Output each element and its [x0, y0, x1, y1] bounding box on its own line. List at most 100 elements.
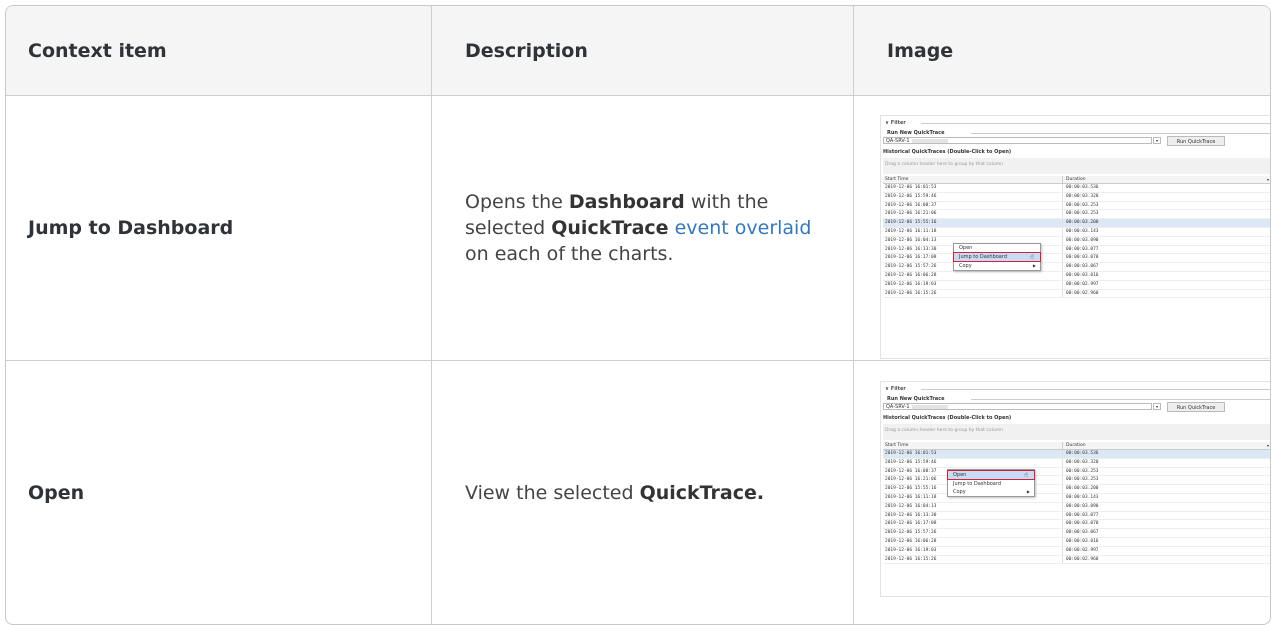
server-select[interactable]: QA-SRV-1: [883, 403, 1152, 410]
divider: [921, 389, 1270, 390]
header-image: Image: [887, 39, 954, 62]
filter-label[interactable]: ∨ Filter: [885, 120, 906, 126]
submenu-arrow-icon: ▶: [1026, 489, 1030, 494]
duration-header[interactable]: Duration: [1066, 176, 1086, 183]
start-time-header[interactable]: Start Time: [885, 176, 908, 183]
start-time-cell: 2019-12-06 15:55:16: [885, 220, 937, 226]
duration-cell: 00:00:02.997: [1066, 281, 1099, 287]
jump-to-dashboard-screenshot: ∨ Filter Run New QuickTrace QA-SRV-1 ▾ R…: [880, 115, 1270, 359]
duration-cell: 00:00:03.067: [1066, 530, 1099, 536]
table-row[interactable]: 2019-12-06 15:55:16 00:00:03.200: [883, 219, 1270, 228]
table-row[interactable]: 2019-12-06 16:01:53 00:00:03.536: [883, 184, 1270, 193]
redacted-block: [911, 404, 948, 409]
table-row[interactable]: 2019-12-06 16:13:30 00:00:03.077: [883, 511, 1270, 521]
divider: [971, 399, 1270, 400]
divider: [1062, 493, 1063, 502]
table-row[interactable]: 2019-12-06 16:15:26 00:00:02.960: [883, 555, 1270, 565]
menu-item-open[interactable]: Open: [954, 244, 1040, 252]
filter-label[interactable]: ∨ Filter: [885, 386, 906, 392]
menu-item-label: Copy: [959, 263, 972, 269]
run-quicktrace-button[interactable]: Run QuickTrace: [1167, 136, 1225, 146]
start-time-cell: 2019-12-06 16:04:13: [885, 503, 937, 509]
divider: [1062, 263, 1063, 271]
start-time-cell: 2019-12-06 16:21:06: [885, 477, 937, 483]
chevron-down-icon[interactable]: ▾: [1153, 403, 1161, 410]
divider: [1062, 236, 1063, 245]
divider: [1062, 245, 1063, 254]
redacted-block: [911, 138, 948, 143]
chevron-down-icon[interactable]: ▾: [1153, 137, 1161, 144]
start-time-cell: 2019-12-06 16:15:26: [885, 556, 937, 562]
table-row[interactable]: 2019-12-06 16:11:18 00:00:03.143: [883, 493, 1270, 503]
menu-item-label: Open: [953, 472, 967, 478]
divider: [1062, 555, 1063, 564]
start-time-cell: 2019-12-06 15:59:46: [885, 193, 937, 199]
group-by-area[interactable]: Drag a column header here to group by th…: [883, 158, 1270, 174]
desc-text: Opens the: [465, 191, 569, 213]
table-row[interactable]: 2019-12-06 16:21:06 00:00:03.253: [883, 210, 1270, 220]
table-row[interactable]: 2019-12-06 16:06:28 00:00:03.016: [883, 271, 1270, 281]
start-time-cell: 2019-12-06 16:04:13: [885, 237, 937, 243]
pointer-cursor-icon: ☝: [1029, 253, 1034, 261]
table-row[interactable]: 2019-12-06 15:55:16 00:00:03.200: [883, 485, 1270, 494]
group-by-area[interactable]: Drag a column header here to group by th…: [883, 424, 1270, 440]
duration-cell: 00:00:02.997: [1066, 547, 1099, 553]
run-quicktrace-button[interactable]: Run QuickTrace: [1167, 402, 1225, 412]
grid-rows: 2019-12-06 16:01:53 00:00:03.536 2019-12-0…: [883, 184, 1270, 299]
table-row[interactable]: 2019-12-06 16:04:13 00:00:03.090: [883, 236, 1270, 246]
start-time-cell: 2019-12-06 16:08:37: [885, 202, 937, 208]
divider: [1062, 502, 1063, 511]
table-row[interactable]: 2019-12-06 16:04:13 00:00:03.090: [883, 502, 1270, 512]
server-select[interactable]: QA-SRV-1: [883, 137, 1152, 144]
table-row[interactable]: 2019-12-06 16:13:30 00:00:03.077: [883, 245, 1270, 255]
table-row[interactable]: 2019-12-06 15:59:46 00:00:03.320: [883, 192, 1270, 202]
start-time-header[interactable]: Start Time: [885, 442, 908, 449]
table-row[interactable]: 2019-12-06 16:08:37 00:00:03.253: [883, 467, 1270, 477]
table-row[interactable]: 2019-12-06 15:59:46 00:00:03.320: [883, 458, 1270, 468]
table-row[interactable]: 2019-12-06 16:08:37 00:00:03.253: [883, 201, 1270, 211]
grid-header: Start Time Duration ▾: [883, 176, 1270, 184]
duration-cell: 00:00:03.253: [1066, 468, 1099, 474]
divider: [1062, 485, 1063, 493]
menu-item-label: Jump to Dashboard: [953, 481, 1002, 487]
header-context-item: Context item: [28, 39, 167, 62]
table-header-row: Context item Description Image: [6, 6, 1270, 95]
menu-item-copy[interactable]: Copy ▶: [954, 262, 1040, 270]
table-row[interactable]: 2019-12-06 15:57:26 00:00:03.067: [883, 263, 1270, 272]
duration-cell: 00:00:03.070: [1066, 255, 1099, 261]
desc-bold: Dashboard: [568, 191, 685, 213]
start-time-cell: 2019-12-06 15:57:26: [885, 530, 937, 536]
duration-cell: 00:00:03.253: [1066, 211, 1099, 217]
sort-icon[interactable]: ▾: [1267, 176, 1269, 183]
start-time-cell: 2019-12-06 16:01:53: [885, 451, 937, 456]
open-screenshot: ∨ Filter Run New QuickTrace QA-SRV-1 ▾ R…: [880, 381, 1270, 597]
table-row[interactable]: 2019-12-06 16:06:28 00:00:03.016: [883, 537, 1270, 547]
table-row[interactable]: 2019-12-06 16:11:18 00:00:03.143: [883, 227, 1270, 237]
duration-cell: 00:00:03.200: [1066, 220, 1099, 226]
table-row[interactable]: 2019-12-06 16:17:08 00:00:03.070: [883, 520, 1270, 530]
table-row[interactable]: 2019-12-06 16:01:53 00:00:03.536: [883, 450, 1270, 459]
divider: [1062, 450, 1063, 458]
menu-item-open[interactable]: Open ☝: [947, 470, 1035, 480]
table-row[interactable]: 2019-12-06 16:19:03 00:00:02.997: [883, 546, 1270, 556]
divider: [921, 123, 1270, 124]
menu-item-jump-to-dashboard[interactable]: Jump to Dashboard ☝: [953, 252, 1041, 262]
table-row[interactable]: 2019-12-06 15:57:26 00:00:03.067: [883, 529, 1270, 538]
table-row[interactable]: 2019-12-06 16:19:03 00:00:02.997: [883, 280, 1270, 290]
start-time-cell: 2019-12-06 16:19:03: [885, 547, 937, 553]
menu-item-jump-to-dashboard[interactable]: Jump to Dashboard: [948, 480, 1034, 488]
table-row[interactable]: 2019-12-06 16:15:26 00:00:02.960: [883, 289, 1270, 299]
event-overlaid-link[interactable]: event overlaid: [675, 217, 812, 239]
duration-header[interactable]: Duration: [1066, 442, 1086, 449]
divider: [1062, 511, 1063, 520]
historical-label: Historical QuickTraces (Double-Click to …: [883, 149, 1012, 155]
start-time-cell: 2019-12-06 16:11:18: [885, 228, 937, 234]
sort-icon[interactable]: ▾: [1267, 442, 1269, 449]
menu-item-copy[interactable]: Copy ▶: [948, 488, 1034, 496]
submenu-arrow-icon: ▶: [1032, 263, 1036, 268]
start-time-cell: 2019-12-06 15:59:46: [885, 459, 937, 465]
table-row[interactable]: 2019-12-06 16:17:08 00:00:03.070: [883, 254, 1270, 264]
table-row[interactable]: 2019-12-06 16:21:06 00:00:03.253: [883, 476, 1270, 486]
duration-cell: 00:00:03.090: [1066, 237, 1099, 243]
divider: [1062, 442, 1063, 449]
